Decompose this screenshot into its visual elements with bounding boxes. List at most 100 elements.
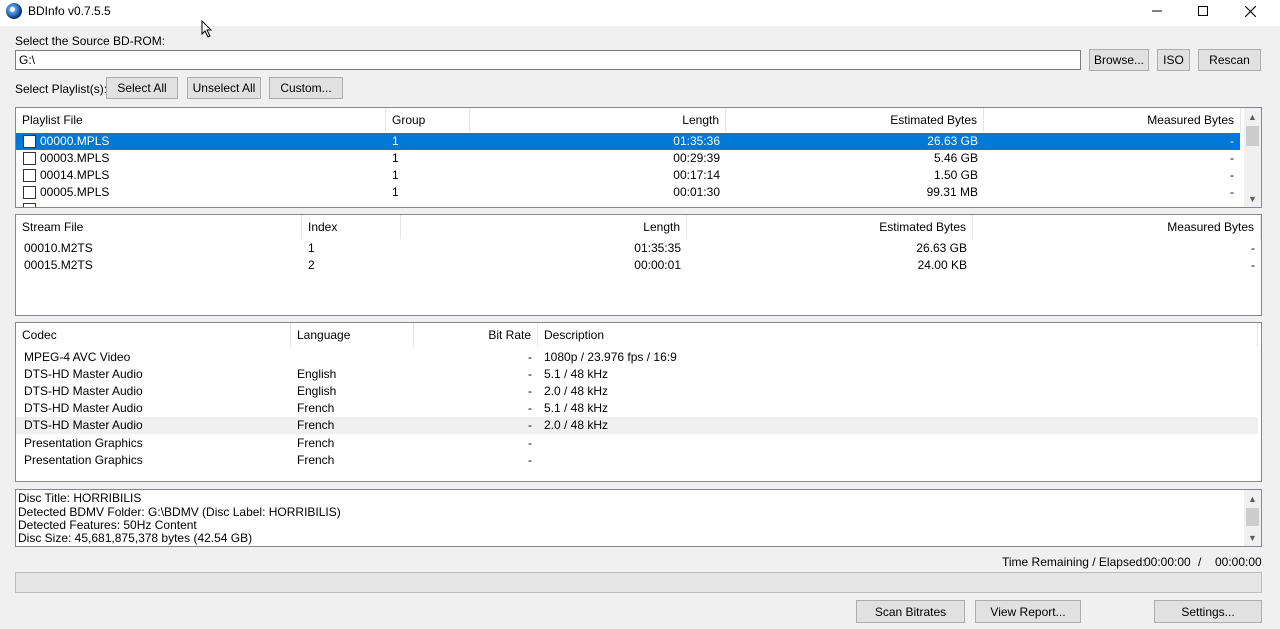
playlist-file: 00003.MPLS bbox=[40, 151, 110, 165]
table-row[interactable]: DTS-HD Master Audio English - 2.0 / 48 k… bbox=[16, 383, 1261, 400]
codec-description: 2.0 / 48 kHz bbox=[544, 418, 609, 432]
playlist-group: 1 bbox=[392, 151, 399, 165]
col-bit-rate[interactable]: Bit Rate bbox=[414, 323, 538, 347]
col-group[interactable]: Group bbox=[386, 108, 470, 132]
source-path-input[interactable] bbox=[15, 50, 1081, 70]
scroll-up-icon[interactable]: ▲ bbox=[1244, 108, 1261, 125]
browse-button[interactable]: Browse... bbox=[1089, 49, 1149, 71]
table-row[interactable]: 00015.M2TS 2 00:00:01 24.00 KB - bbox=[16, 257, 1261, 274]
settings-button[interactable]: Settings... bbox=[1154, 600, 1262, 623]
codec-name: DTS-HD Master Audio bbox=[24, 418, 143, 432]
disc-info-scrollbar[interactable]: ▲ ▼ bbox=[1244, 490, 1261, 546]
col-stream-file[interactable]: Stream File bbox=[16, 215, 302, 239]
playlist-length: 00:17:14 bbox=[673, 168, 720, 182]
codec-language: English bbox=[297, 384, 337, 398]
codec-language: French bbox=[297, 453, 335, 467]
time-elapsed-value: 00:00:00 bbox=[1215, 555, 1262, 569]
playlist-length: 01:35:36 bbox=[673, 134, 720, 148]
codec-description: 5.1 / 48 kHz bbox=[544, 401, 609, 415]
col-estimated-bytes[interactable]: Estimated Bytes bbox=[687, 215, 973, 239]
disc-info-textarea[interactable]: Disc Title: HORRIBILIS Detected BDMV Fol… bbox=[15, 489, 1262, 547]
mouse-cursor-icon bbox=[201, 20, 213, 38]
time-separator: / bbox=[1198, 555, 1202, 569]
table-row-hovered[interactable]: DTS-HD Master Audio French - 2.0 / 48 kH… bbox=[16, 417, 1258, 434]
table-row[interactable]: 00005.MPLS 1 00:01:30 99.31 MB - bbox=[16, 184, 1240, 201]
table-row[interactable]: 00010.M2TS 1 01:35:35 26.63 GB - bbox=[16, 240, 1261, 257]
playlist-group: 1 bbox=[392, 168, 399, 182]
disc-size-line: Disc Size: 45,681,875,378 bytes (42.54 G… bbox=[18, 531, 253, 545]
scroll-thumb[interactable] bbox=[1246, 126, 1259, 146]
codec-bit-rate: - bbox=[528, 384, 532, 398]
codec-language bbox=[291, 349, 414, 366]
table-row[interactable]: MPEG-4 AVC Video - 1080p / 23.976 fps / … bbox=[16, 349, 1261, 366]
time-remaining-label: Time Remaining / Elapsed: bbox=[1002, 555, 1146, 569]
scan-bitrates-button[interactable]: Scan Bitrates bbox=[856, 600, 965, 623]
col-codec[interactable]: Codec bbox=[16, 323, 291, 347]
col-estimated-bytes[interactable]: Estimated Bytes bbox=[726, 108, 984, 132]
playlist-file: 00000.MPLS bbox=[40, 134, 110, 148]
col-index[interactable]: Index bbox=[302, 215, 401, 239]
close-button[interactable] bbox=[1227, 0, 1273, 22]
stream-index: 1 bbox=[308, 241, 315, 255]
app-disc-icon bbox=[6, 3, 22, 19]
minimize-button[interactable] bbox=[1134, 0, 1180, 22]
col-language[interactable]: Language bbox=[291, 323, 414, 347]
table-row[interactable]: Presentation Graphics French - bbox=[16, 452, 1261, 469]
scroll-up-icon[interactable]: ▲ bbox=[1244, 490, 1261, 507]
table-row[interactable]: 00014.MPLS 1 00:17:14 1.50 GB - bbox=[16, 167, 1240, 184]
codec-name: Presentation Graphics bbox=[24, 436, 143, 450]
view-report-button[interactable]: View Report... bbox=[975, 600, 1081, 623]
playlist-table: Playlist File Group Length Estimated Byt… bbox=[15, 107, 1262, 208]
select-playlists-label: Select Playlist(s): bbox=[15, 82, 108, 96]
codec-language: French bbox=[297, 401, 335, 415]
col-measured-bytes[interactable]: Measured Bytes bbox=[973, 215, 1261, 239]
stream-estimated-bytes: 24.00 KB bbox=[917, 258, 967, 272]
stream-measured-bytes: - bbox=[1251, 258, 1255, 272]
table-row[interactable]: DTS-HD Master Audio English - 5.1 / 48 k… bbox=[16, 366, 1261, 383]
rescan-button[interactable]: Rescan bbox=[1198, 49, 1261, 71]
playlist-measured-bytes: - bbox=[1230, 134, 1234, 148]
col-measured-bytes[interactable]: Measured Bytes bbox=[984, 108, 1241, 132]
playlist-measured-bytes: - bbox=[1230, 185, 1234, 199]
col-playlist-file[interactable]: Playlist File bbox=[16, 108, 386, 132]
stream-file: 00010.M2TS bbox=[24, 241, 93, 255]
codec-name: DTS-HD Master Audio bbox=[24, 367, 143, 381]
stream-measured-bytes: - bbox=[1251, 241, 1255, 255]
codec-bit-rate: - bbox=[528, 367, 532, 381]
unselect-all-button[interactable]: Unselect All bbox=[187, 77, 261, 99]
scroll-thumb[interactable] bbox=[1246, 508, 1259, 526]
select-all-button[interactable]: Select All bbox=[106, 77, 178, 99]
source-label: Select the Source BD-ROM: bbox=[15, 34, 166, 48]
col-length[interactable]: Length bbox=[401, 215, 687, 239]
table-row[interactable]: DTS-HD Master Audio French - 5.1 / 48 kH… bbox=[16, 400, 1261, 417]
playlist-file: 00014.MPLS bbox=[40, 168, 110, 182]
playlist-file: 00005.MPLS bbox=[40, 185, 110, 199]
maximize-icon bbox=[1198, 6, 1208, 16]
playlist-group: 1 bbox=[392, 185, 399, 199]
custom-button[interactable]: Custom... bbox=[269, 77, 343, 99]
table-row[interactable]: Presentation Graphics French - bbox=[16, 435, 1261, 452]
close-icon bbox=[1244, 5, 1256, 17]
col-length[interactable]: Length bbox=[470, 108, 726, 132]
stream-table: Stream File Index Length Estimated Bytes… bbox=[15, 214, 1262, 316]
codec-description bbox=[538, 452, 1258, 469]
scroll-down-icon[interactable]: ▼ bbox=[1244, 529, 1261, 546]
scroll-down-icon[interactable]: ▼ bbox=[1244, 190, 1261, 207]
playlist-checkbox[interactable] bbox=[23, 203, 36, 207]
scan-progress-bar bbox=[15, 572, 1262, 593]
playlist-group: 1 bbox=[392, 134, 399, 148]
iso-button[interactable]: ISO bbox=[1157, 49, 1190, 71]
codec-bit-rate: - bbox=[528, 350, 532, 364]
codec-bit-rate: - bbox=[528, 418, 532, 432]
col-description[interactable]: Description bbox=[538, 323, 1258, 347]
codec-bit-rate: - bbox=[528, 436, 532, 450]
stream-estimated-bytes: 26.63 GB bbox=[916, 241, 967, 255]
playlist-scrollbar[interactable]: ▲ ▼ bbox=[1244, 108, 1261, 207]
table-row[interactable]: 00003.MPLS 1 00:29:39 5.46 GB - bbox=[16, 150, 1240, 167]
table-row-partial[interactable] bbox=[16, 201, 1240, 207]
stream-length: 00:00:01 bbox=[634, 258, 681, 272]
codec-language: French bbox=[297, 436, 335, 450]
table-row[interactable]: 00000.MPLS 1 01:35:36 26.63 GB - bbox=[16, 133, 1240, 150]
codec-name: Presentation Graphics bbox=[24, 453, 143, 467]
maximize-button[interactable] bbox=[1180, 0, 1226, 22]
